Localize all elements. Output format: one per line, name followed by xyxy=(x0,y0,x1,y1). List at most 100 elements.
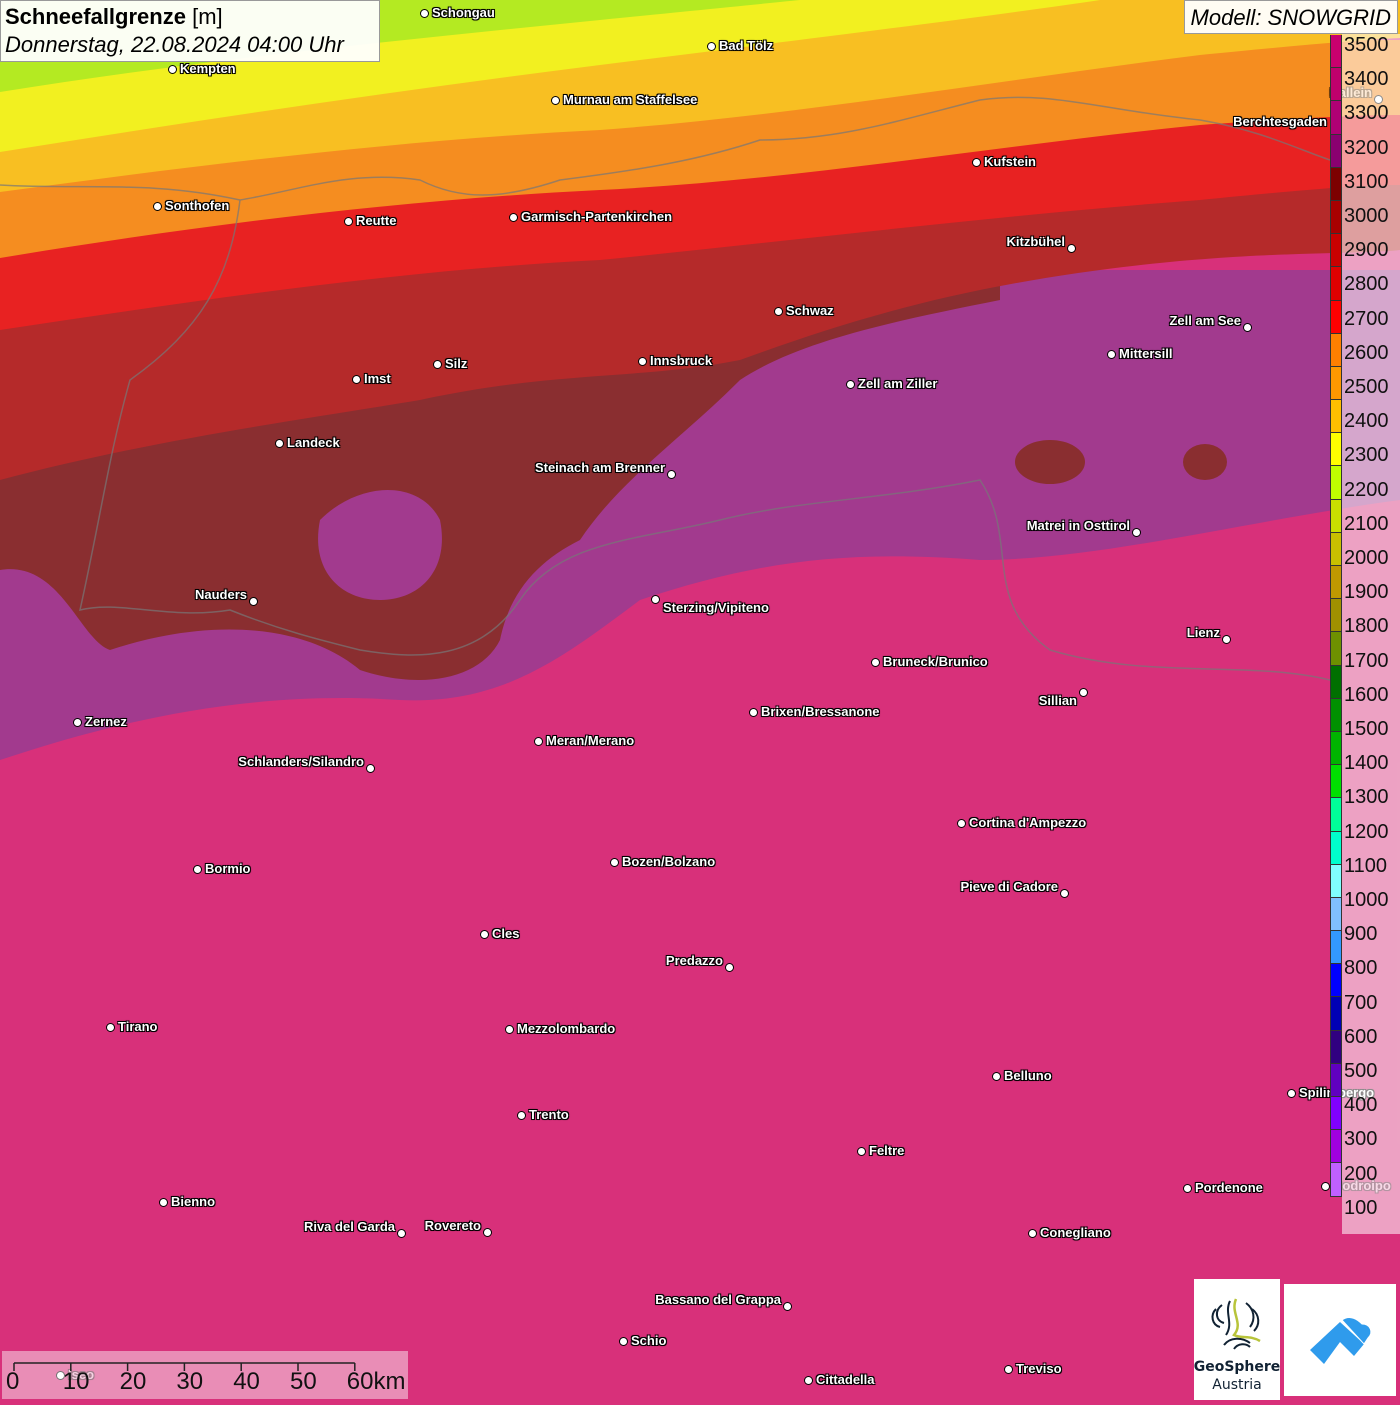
legend-swatch xyxy=(1330,831,1342,865)
city-marker xyxy=(1132,528,1141,537)
scale-label: 50 xyxy=(290,1368,317,1395)
legend-label: 1700 xyxy=(1344,649,1389,672)
city-label: Reutte xyxy=(356,213,397,228)
legend-label: 3400 xyxy=(1344,68,1389,91)
city-label: Mezzolombardo xyxy=(517,1021,616,1036)
legend-swatch xyxy=(1330,599,1342,633)
legend-label: 2900 xyxy=(1344,239,1389,262)
legend-swatch xyxy=(1330,366,1342,401)
zone-purple-lobe xyxy=(318,490,442,600)
city-label: Matrei in Osttirol xyxy=(1026,518,1130,533)
city-label: Bienno xyxy=(171,1194,216,1209)
city-marker xyxy=(846,380,855,389)
city-label: Tirano xyxy=(118,1019,158,1034)
scale-label: 60km xyxy=(346,1368,406,1395)
city-marker xyxy=(397,1229,406,1238)
legend-label: 200 xyxy=(1344,1162,1378,1185)
city-marker xyxy=(1321,1182,1330,1191)
map-title: Schneefallgrenze [m] xyxy=(5,4,223,29)
title-box: Schneefallgrenze [m] Donnerstag, 22.08.2… xyxy=(0,0,380,62)
city-marker xyxy=(249,597,258,606)
legend-swatch xyxy=(1330,234,1342,268)
legend-swatch xyxy=(1330,300,1342,334)
legend-label: 1900 xyxy=(1344,581,1389,604)
city-label: Feltre xyxy=(869,1143,905,1158)
legend-swatch xyxy=(1330,532,1342,566)
city-label: Sillian xyxy=(1038,693,1077,708)
city-label: Bruneck/Brunico xyxy=(883,654,988,669)
legend-swatch xyxy=(1330,997,1342,1031)
legend-swatch xyxy=(1330,400,1342,434)
city-label: Innsbruck xyxy=(650,353,713,368)
city-label: Cittadella xyxy=(816,1372,875,1387)
legend-label: 2700 xyxy=(1344,307,1389,330)
legend-swatch xyxy=(1330,864,1342,898)
city-marker xyxy=(1222,635,1231,644)
legend-label: 1100 xyxy=(1344,854,1388,877)
city-marker xyxy=(783,1302,792,1311)
legend-label: 3000 xyxy=(1344,205,1389,227)
city-marker xyxy=(610,858,619,867)
legend-label: 1300 xyxy=(1344,786,1389,809)
city-marker xyxy=(972,158,981,167)
city-label: Steinach am Brenner xyxy=(534,460,665,475)
scale-label: 20 xyxy=(119,1368,147,1395)
city-marker xyxy=(551,96,560,105)
zone-brown-patch xyxy=(1015,440,1085,484)
city-label: Belluno xyxy=(1004,1068,1052,1083)
legend-swatch xyxy=(1330,101,1342,135)
city-marker xyxy=(275,439,284,448)
scale-label: 10 xyxy=(62,1368,90,1395)
city-marker xyxy=(992,1072,1001,1081)
city-label: Treviso xyxy=(1016,1361,1062,1376)
city-marker xyxy=(1028,1229,1037,1238)
legend-swatch xyxy=(1330,499,1342,533)
partner-logo[interactable] xyxy=(1284,1284,1396,1396)
city-marker xyxy=(509,213,518,222)
city-label: Kempten xyxy=(180,61,236,76)
city-label: Kufstein xyxy=(984,154,1036,169)
geosphere-swirl-icon: GeoSphere Austria xyxy=(1194,1298,1280,1393)
austria-text: Austria xyxy=(1212,1377,1261,1393)
legend-swatch xyxy=(1330,466,1342,500)
city-label: Bad Tölz xyxy=(719,38,774,53)
city-label: Landeck xyxy=(287,435,340,450)
city-marker xyxy=(638,357,647,366)
city-label: Pordenone xyxy=(1195,1180,1263,1195)
city-label: Bozen/Bolzano xyxy=(622,854,716,869)
city-marker xyxy=(420,9,429,18)
city-label: Schwaz xyxy=(786,303,834,318)
legend-swatch xyxy=(1330,1130,1342,1164)
city-label: Mittersill xyxy=(1119,346,1173,361)
legend-label: 1600 xyxy=(1344,683,1389,706)
legend-label: 1400 xyxy=(1344,752,1389,775)
legend-label: 700 xyxy=(1344,991,1378,1014)
city-marker xyxy=(707,42,716,51)
legend-label: 2000 xyxy=(1344,547,1389,569)
map-datetime: Donnerstag, 22.08.2024 04:00 Uhr xyxy=(5,32,344,57)
color-legend xyxy=(1330,35,1342,1197)
model-label: Modell: SNOWGRID xyxy=(1183,0,1398,34)
city-label: Zernez xyxy=(85,714,127,729)
mountain-cloud-icon xyxy=(1310,1317,1372,1364)
legend-label: 3200 xyxy=(1344,136,1389,159)
legend-swatch xyxy=(1330,1163,1342,1197)
legend-label: 2400 xyxy=(1344,410,1389,433)
geosphere-austria-logo[interactable]: GeoSphere Austria xyxy=(1194,1279,1280,1400)
city-marker xyxy=(1079,688,1088,697)
legend-swatch xyxy=(1330,333,1342,367)
legend-swatch xyxy=(1330,698,1342,732)
legend-label: 300 xyxy=(1344,1128,1378,1151)
legend-label: 1800 xyxy=(1344,615,1389,638)
legend-swatch xyxy=(1330,167,1342,201)
city-marker xyxy=(483,1228,492,1237)
city-marker xyxy=(804,1376,813,1385)
legend-swatch xyxy=(1330,267,1342,301)
city-marker xyxy=(619,1337,628,1346)
city-marker xyxy=(352,375,361,384)
city-marker xyxy=(1287,1089,1296,1098)
city-marker xyxy=(366,764,375,773)
legend-swatch xyxy=(1330,964,1342,998)
city-label: Bassano del Grappa xyxy=(655,1292,781,1307)
city-label: Rovereto xyxy=(424,1218,481,1233)
